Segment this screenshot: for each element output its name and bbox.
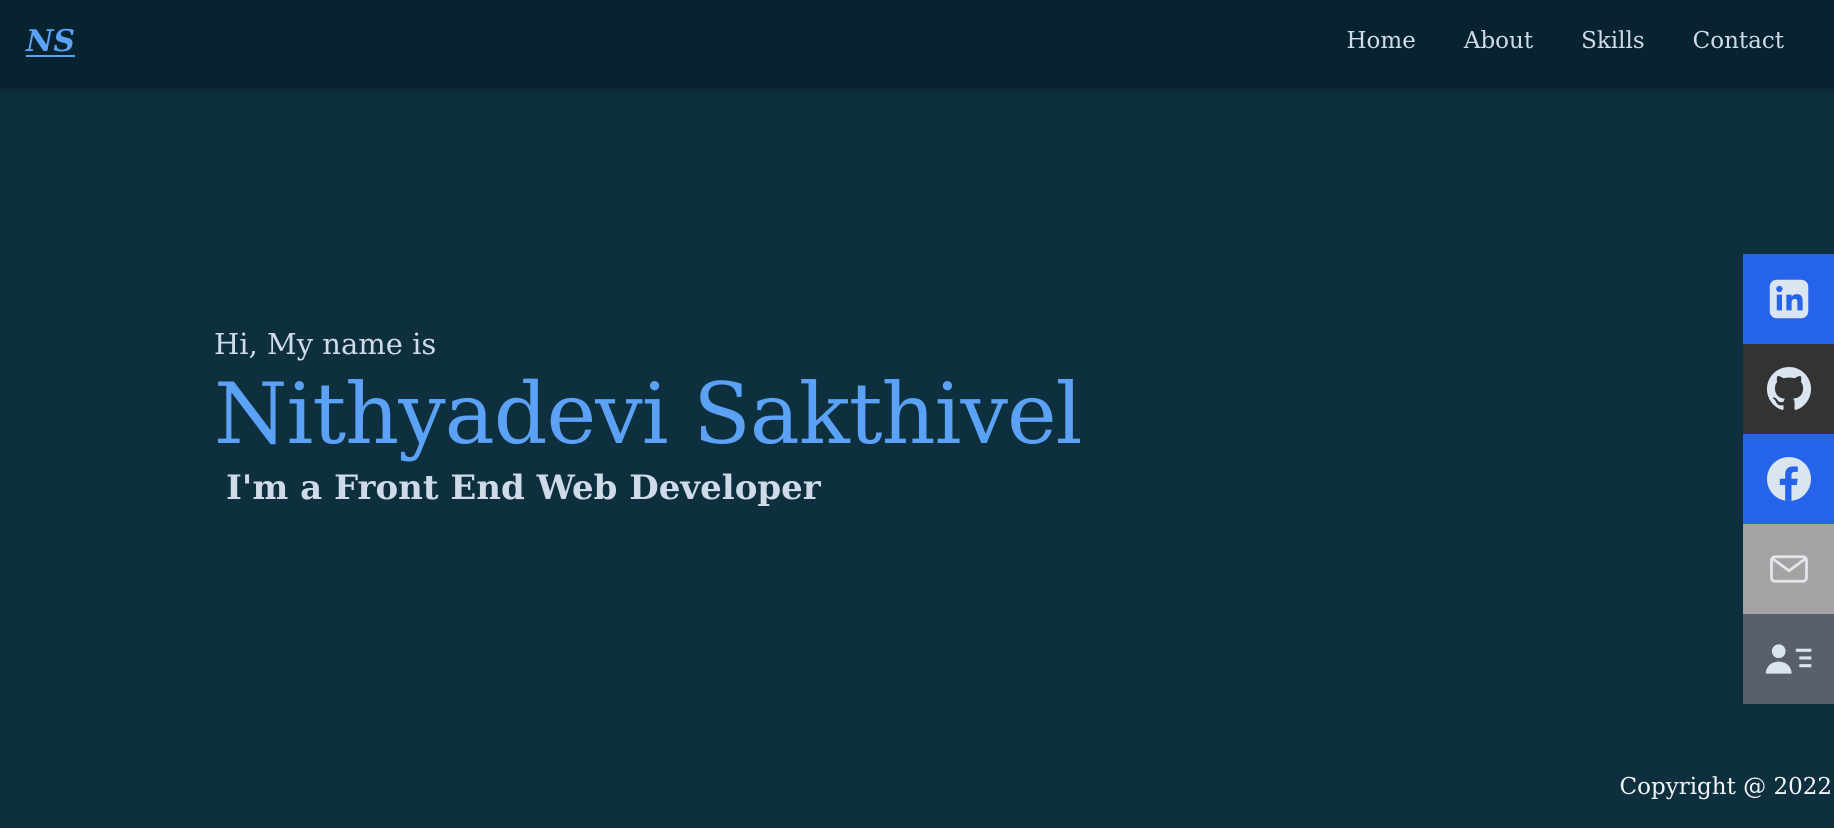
copyright-text: Copyright @ 2022 (1619, 774, 1832, 800)
logo-link[interactable]: NS (26, 24, 75, 59)
facebook-icon (1766, 456, 1812, 502)
email-link[interactable] (1743, 524, 1834, 614)
facebook-link[interactable] (1743, 434, 1834, 524)
github-icon (1766, 366, 1812, 412)
hero-role: I'm a Front End Web Developer (226, 468, 821, 508)
nav-link-contact[interactable]: Contact (1693, 28, 1784, 54)
hero-greeting: Hi, My name is (214, 327, 437, 361)
mail-icon (1768, 548, 1810, 590)
nav-link-home[interactable]: Home (1347, 28, 1416, 54)
hero-section: Hi, My name is Nithyadevi Sakthivel I'm … (214, 322, 1083, 512)
contact-card-icon (1765, 638, 1813, 680)
page: NS Home About Skills Contact Hi, My name… (0, 0, 1834, 828)
social-sidebar (1743, 254, 1834, 704)
linkedin-icon (1768, 278, 1810, 320)
nav-menu: Home About Skills Contact (1347, 28, 1785, 54)
linkedin-link[interactable] (1743, 254, 1834, 344)
resume-link[interactable] (1743, 614, 1834, 704)
nav-link-about[interactable]: About (1464, 28, 1533, 54)
hero-name: Nithyadevi Sakthivel (214, 365, 1083, 463)
navbar: NS Home About Skills Contact (0, 0, 1834, 88)
github-link[interactable] (1743, 344, 1834, 434)
nav-link-skills[interactable]: Skills (1581, 28, 1645, 54)
